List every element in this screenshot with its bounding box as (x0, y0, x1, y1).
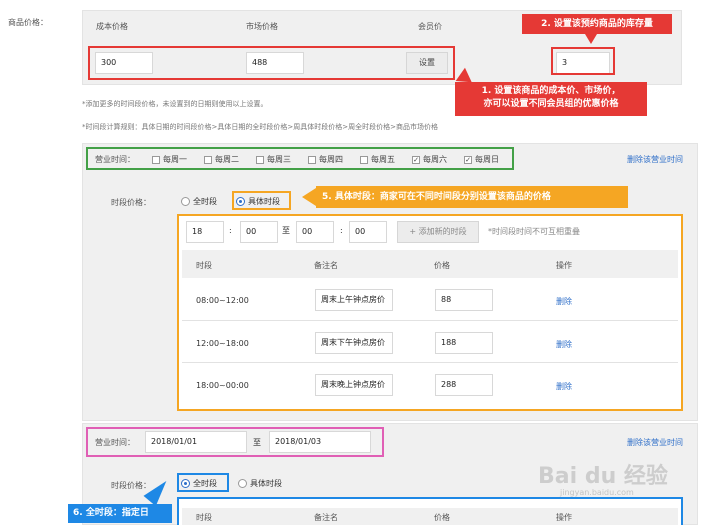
baidu-watermark-url: jingyan.baidu.com (560, 488, 634, 497)
date-table-header-action: 操作 (556, 513, 572, 522)
end-date-input[interactable]: 2018/01/03 (269, 431, 371, 453)
table-row-time: 12:00~18:00 (196, 339, 249, 348)
callout-price-line2: 亦可以设置不同会员组的优惠价格 (483, 99, 619, 109)
time-colon-2: : (340, 226, 343, 235)
specific-time-table-box (177, 214, 683, 411)
market-price-header: 市场价格 (246, 22, 278, 31)
start-hour-input[interactable]: 18 (186, 221, 224, 243)
cost-price-header: 成本价格 (96, 22, 128, 31)
day-wednesday[interactable]: 每周三 (256, 154, 291, 165)
stock-highlight-box (551, 47, 615, 75)
time-colon-1: : (229, 226, 232, 235)
delete-date-link[interactable]: 删除该营业时间 (627, 437, 683, 448)
day-tuesday[interactable]: 每周二 (204, 154, 239, 165)
checkbox-saturday[interactable]: ✓ (412, 155, 420, 164)
date-all-time-highlight (177, 473, 229, 492)
time-price-label: 时段价格： (111, 198, 151, 207)
start-date-input[interactable]: 2018/01/01 (145, 431, 247, 453)
table-header-price: 价格 (434, 261, 450, 270)
time-to-label: 至 (282, 226, 290, 235)
checkbox-thursday[interactable] (308, 155, 316, 164)
callout-specific-time: 5. 具体时段：商家可在不同时间段分别设置该商品的价格 (316, 186, 628, 208)
table-row-delete-link[interactable]: 删除 (556, 381, 572, 392)
table-header-action: 操作 (556, 261, 572, 270)
specific-time-highlight (232, 191, 291, 210)
table-row-note-input[interactable]: 周末下午钟点房价 (315, 332, 393, 354)
end-hour-input[interactable]: 00 (296, 221, 334, 243)
date-to-label: 至 (253, 438, 261, 447)
note-line2: *时间段计算规则：具体日期的时间段价格>具体日期的全时段价格>周具体时段价格>周… (82, 123, 438, 131)
table-row-price-input[interactable]: 288 (435, 374, 493, 396)
checkbox-sunday[interactable]: ✓ (464, 155, 472, 164)
date-table-header-note: 备注名 (314, 513, 338, 522)
day-thursday[interactable]: 每周四 (308, 154, 343, 165)
checkbox-tuesday[interactable] (204, 155, 212, 164)
table-row-price-input[interactable]: 88 (435, 289, 493, 311)
day-friday[interactable]: 每周五 (360, 154, 395, 165)
day-saturday[interactable]: ✓ 每周六 (412, 154, 447, 165)
end-minute-input[interactable]: 00 (349, 221, 387, 243)
date-time-price-label: 时段价格： (111, 481, 151, 490)
weekday-label: 营业时间： (95, 155, 135, 164)
table-header-time: 时段 (196, 261, 212, 270)
date-option-specific-time[interactable]: 具体时段 (238, 478, 282, 489)
date-table-header-row (182, 508, 678, 525)
add-time-slot-button[interactable]: + 添加新的时段 (397, 221, 479, 243)
checkbox-wednesday[interactable] (256, 155, 264, 164)
date-table-header-time: 时段 (196, 513, 212, 522)
day-sunday[interactable]: ✓ 每周日 (464, 154, 499, 165)
callout-specific-arrow (302, 188, 316, 206)
table-header-row (182, 250, 678, 278)
start-minute-input[interactable]: 00 (240, 221, 278, 243)
table-row-note-input[interactable]: 周末上午钟点房价 (315, 289, 393, 311)
overlap-note: *时间段时间不可互相重叠 (488, 227, 580, 236)
callout-all-time: 6. 全时段：指定日 (68, 504, 172, 523)
callout-price-line1: 1. 设置该商品的成本价、市场价， (481, 86, 621, 96)
member-price-header: 会员价 (418, 22, 442, 31)
row-divider (182, 320, 678, 321)
callout-stock-arrow (585, 34, 597, 44)
radio-all-time[interactable] (181, 197, 190, 206)
note-line1: *添加更多的时间段价格，未设置到的日期则使用以上设置。 (82, 100, 268, 108)
table-row-time: 08:00~12:00 (196, 296, 249, 305)
checkbox-friday[interactable] (360, 155, 368, 164)
price-highlight-box (88, 46, 455, 80)
baidu-watermark: Bai du 经验 (538, 464, 668, 489)
table-row-note-input[interactable]: 周末晚上钟点房价 (315, 374, 393, 396)
weekday-green-box (86, 147, 514, 170)
table-row-price-input[interactable]: 188 (435, 332, 493, 354)
checkbox-monday[interactable] (152, 155, 160, 164)
table-row-delete-link[interactable]: 删除 (556, 339, 572, 350)
date-radio-specific-time[interactable] (238, 479, 247, 488)
date-table-header-price: 价格 (434, 513, 450, 522)
callout-price: 1. 设置该商品的成本价、市场价， 亦可以设置不同会员组的优惠价格 (455, 82, 647, 116)
price-section-label: 商品价格： (8, 18, 48, 27)
option-all-time[interactable]: 全时段 (181, 196, 217, 207)
date-label: 营业时间： (95, 438, 135, 447)
table-row-delete-link[interactable]: 删除 (556, 296, 572, 307)
callout-stock: 2. 设置该预约商品的库存量 (522, 14, 672, 34)
table-header-note: 备注名 (314, 261, 338, 270)
row-divider (182, 362, 678, 363)
delete-weekday-link[interactable]: 删除该营业时间 (627, 154, 683, 165)
table-row-time: 18:00~00:00 (196, 381, 249, 390)
day-monday[interactable]: 每周一 (152, 154, 187, 165)
